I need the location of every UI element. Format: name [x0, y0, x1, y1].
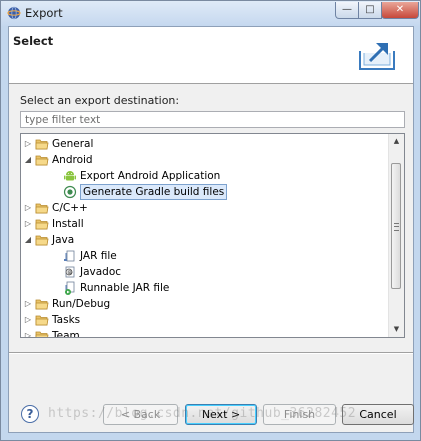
tree-item-label: Run/Debug — [52, 298, 111, 310]
export-dialog: Export — □ ✕ Select Select an export des… — [0, 0, 421, 441]
tree-item-label: Runnable JAR file — [80, 282, 170, 294]
minimize-button[interactable]: — — [335, 2, 359, 19]
tree-item-label: C/C++ — [52, 202, 88, 214]
scroll-thumb[interactable] — [391, 163, 401, 289]
folder-icon — [35, 201, 49, 215]
watermark: https://blog.csdn.net/github_36282452 — [48, 406, 357, 421]
collapse-arrow-icon[interactable]: ◢ — [24, 156, 32, 164]
folder-icon — [35, 137, 49, 151]
folder-icon — [35, 297, 49, 311]
window-title: Export — [25, 6, 63, 20]
tree-item-label: Javadoc — [80, 266, 122, 278]
maximize-button[interactable]: □ — [358, 2, 382, 19]
scroll-down-icon[interactable]: ▼ — [389, 322, 404, 337]
wizard-header: Select — [9, 27, 413, 84]
expand-arrow-icon[interactable]: ▷ — [24, 220, 32, 228]
filter-input[interactable] — [20, 111, 405, 128]
tree-item-label: Tasks — [52, 314, 81, 326]
tree-item-label: General — [52, 138, 94, 150]
runnable-jar-icon — [63, 281, 77, 295]
destination-tree[interactable]: ▷ General ◢ Android Export Android Applicati… — [20, 133, 405, 338]
folder-icon — [35, 217, 49, 231]
tree-item-label: Generate Gradle build files — [80, 184, 228, 200]
svg-text:@: @ — [68, 270, 73, 276]
title-bar[interactable]: Export — □ ✕ — [1, 1, 420, 26]
folder-icon — [35, 153, 49, 167]
close-button[interactable]: ✕ — [381, 2, 419, 19]
expand-arrow-icon[interactable]: ▷ — [24, 300, 32, 308]
button-bar-divider — [9, 352, 413, 354]
expand-arrow-icon[interactable]: ▷ — [24, 140, 32, 148]
dialog-client: Select Select an export destination: ▷ Ge… — [8, 26, 414, 433]
android-icon — [63, 169, 77, 183]
gradle-icon — [63, 185, 77, 199]
expand-arrow-icon[interactable]: ▷ — [24, 204, 32, 212]
folder-icon — [35, 233, 49, 247]
scroll-up-icon[interactable]: ▲ — [389, 134, 404, 149]
tree-item-label: Android — [52, 154, 93, 166]
app-icon — [7, 6, 21, 20]
expand-arrow-icon[interactable]: ▷ — [24, 316, 32, 324]
export-wizard-icon — [359, 43, 395, 70]
tree-item-label: Export Android Application — [80, 170, 221, 182]
tree-item-label: Team — [52, 330, 80, 338]
help-button[interactable]: ? — [21, 405, 39, 423]
tree-item-label: Java — [52, 234, 75, 246]
jar-icon — [63, 249, 77, 263]
collapse-arrow-icon[interactable]: ◢ — [24, 236, 32, 244]
grip-icon — [394, 223, 399, 231]
javadoc-icon: @ — [63, 265, 77, 279]
folder-icon — [35, 329, 49, 337]
destination-label: Select an export destination: — [20, 94, 180, 107]
tree-item-label: Install — [52, 218, 84, 230]
page-title: Select — [13, 34, 54, 48]
expand-arrow-icon[interactable]: ▷ — [24, 332, 32, 338]
folder-icon — [35, 313, 49, 327]
tree-scrollbar[interactable]: ▲ ▼ — [388, 134, 404, 337]
tree-item-label: JAR file — [80, 250, 117, 262]
